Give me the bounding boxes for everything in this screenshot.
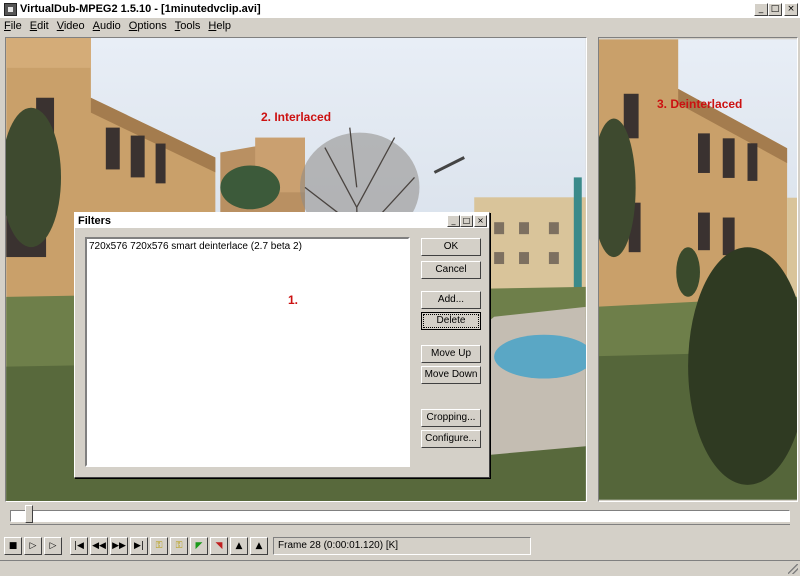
menu-tools[interactable]: Tools xyxy=(171,19,205,33)
add-button[interactable]: Add... xyxy=(421,291,481,309)
interlaced-label: 2. Interlaced xyxy=(261,110,332,124)
slider-ticks xyxy=(10,524,790,529)
app-icon[interactable] xyxy=(4,3,17,16)
dialog-title: Filters xyxy=(78,215,112,227)
status-bar xyxy=(0,560,800,576)
minimize-icon[interactable]: _ xyxy=(754,3,768,16)
frame-indicator: Frame 28 (0:00:01.120) [K] xyxy=(273,537,531,555)
close-icon[interactable]: × xyxy=(784,3,798,16)
next-key-icon[interactable]: ⚿ xyxy=(170,537,188,555)
close-icon[interactable]: × xyxy=(474,215,487,227)
cancel-button[interactable]: Cancel xyxy=(421,261,481,279)
menu-help[interactable]: Help xyxy=(204,19,235,33)
cropping-button[interactable]: Cropping... xyxy=(421,409,481,427)
ok-button[interactable]: OK xyxy=(421,238,481,256)
play-input-icon[interactable]: ▷ xyxy=(24,537,42,555)
mark-out-icon[interactable]: ▲ xyxy=(250,537,268,555)
maximize-icon[interactable]: □ xyxy=(460,215,473,227)
deinterlaced-label: 3. Deinterlaced xyxy=(657,97,743,111)
move-up-button[interactable]: Move Up xyxy=(421,345,481,363)
play-output-icon[interactable]: ▷ xyxy=(44,537,62,555)
position-slider[interactable] xyxy=(10,510,790,522)
menu-bar: File Edit Video Audio Options Tools Help xyxy=(0,19,800,35)
maximize-icon[interactable]: □ xyxy=(768,3,782,16)
menu-file[interactable]: File xyxy=(0,19,26,33)
prev-frame-icon[interactable]: ◀◀ xyxy=(90,537,108,555)
minimize-icon[interactable]: _ xyxy=(447,215,460,227)
next-frame-icon[interactable]: ▶▶ xyxy=(110,537,128,555)
menu-options[interactable]: Options xyxy=(125,19,171,33)
scene-back-icon[interactable]: ◤ xyxy=(190,537,208,555)
menu-audio[interactable]: Audio xyxy=(89,19,125,33)
list-item[interactable]: 720x576 720x576 smart deinterlace (2.7 b… xyxy=(89,241,302,252)
output-video-pane[interactable]: 3. Deinterlaced xyxy=(598,37,798,502)
stop-icon[interactable]: ■ xyxy=(4,537,22,555)
delete-button[interactable]: Delete xyxy=(421,312,481,330)
slider-thumb[interactable] xyxy=(25,505,33,523)
filters-dialog: Filters _ □ × 720x576 720x576 smart dein… xyxy=(74,212,490,478)
move-down-button[interactable]: Move Down xyxy=(421,366,481,384)
mark-in-icon[interactable]: ▲ xyxy=(230,537,248,555)
window-title: VirtualDub-MPEG2 1.5.10 - [1minutedvclip… xyxy=(20,3,261,15)
prev-key-icon[interactable]: ⚿ xyxy=(150,537,168,555)
filter-list-label: 1. xyxy=(288,293,299,307)
end-icon[interactable]: ▶| xyxy=(130,537,148,555)
dialog-title-bar: Filters _ □ × xyxy=(75,213,489,229)
resize-grip-icon[interactable] xyxy=(788,564,798,574)
title-bar: VirtualDub-MPEG2 1.5.10 - [1minutedvclip… xyxy=(0,0,800,19)
configure-button[interactable]: Configure... xyxy=(421,430,481,448)
filter-list[interactable]: 720x576 720x576 smart deinterlace (2.7 b… xyxy=(85,237,410,467)
start-icon[interactable]: |◀ xyxy=(70,537,88,555)
menu-edit[interactable]: Edit xyxy=(26,19,53,33)
menu-video[interactable]: Video xyxy=(53,19,89,33)
scene-fwd-icon[interactable]: ◥ xyxy=(210,537,228,555)
